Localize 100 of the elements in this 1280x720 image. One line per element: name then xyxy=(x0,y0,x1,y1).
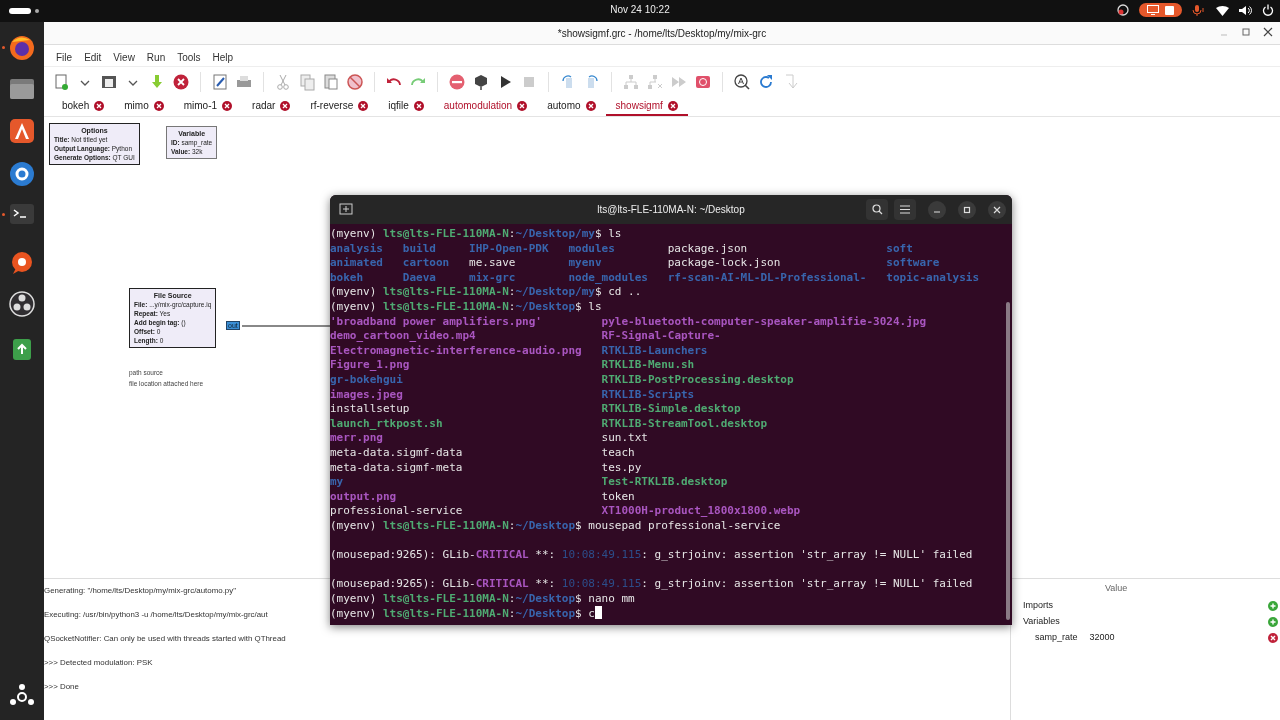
screen-icon xyxy=(1147,5,1159,15)
file-name: token xyxy=(601,489,636,505)
menu-item[interactable]: Tools xyxy=(171,51,207,63)
close-icon[interactable] xyxy=(1262,26,1274,38)
file-name: meta-data.sigmf-data xyxy=(330,445,464,461)
close-button[interactable] xyxy=(988,200,1006,219)
file-name: RTKLIB-Scripts xyxy=(601,387,696,403)
screen-recording-indicator[interactable] xyxy=(1139,3,1182,17)
variable-value: 32000 xyxy=(1089,632,1115,642)
add-icon[interactable] xyxy=(1268,601,1278,611)
column-header: Value xyxy=(1105,583,1128,593)
close-icon[interactable] xyxy=(585,100,596,111)
menu-icon xyxy=(900,205,910,214)
pencil-icon[interactable] xyxy=(211,73,229,91)
file-name: software xyxy=(886,256,941,271)
file-name: demo_cartoon_video.mp4 xyxy=(330,329,477,344)
menu-button[interactable] xyxy=(894,199,916,220)
file-name: node_modules xyxy=(568,270,648,286)
file-name: meta-data.sigmf-meta xyxy=(330,460,464,476)
text-cursor xyxy=(594,606,602,620)
file-name: Electromagnetic-interference-audio.png xyxy=(330,343,582,359)
new-file-icon[interactable] xyxy=(52,73,70,91)
search-icon[interactable] xyxy=(733,73,751,91)
file-name: XT1000H-product_1800x1800.webp xyxy=(601,504,802,519)
window-title: *showsigmf.grc - /home/lts/Desktop/my/mix-grc xyxy=(557,27,767,39)
browser-icon[interactable] xyxy=(8,34,36,62)
file-name: Figure_1.png xyxy=(330,358,411,373)
activities-button[interactable] xyxy=(9,8,31,14)
file-name: soft xyxy=(886,241,914,257)
file-name: tes.py xyxy=(601,460,643,476)
search-icon xyxy=(871,204,883,215)
file-name: sun.txt xyxy=(601,431,649,446)
close-icon[interactable] xyxy=(358,100,369,111)
close-icon[interactable] xyxy=(172,73,190,91)
tab[interactable]: automo xyxy=(537,97,606,116)
close-icon[interactable] xyxy=(222,100,233,111)
maximize-icon xyxy=(963,205,971,214)
terminal-line: (mousepad:9265): GLib-CRITICAL **: 10:08:49.115: g_strjoinv: assertion 'str_array != NULL' failed xyxy=(330,577,973,591)
tab[interactable]: bokeh xyxy=(52,97,115,116)
file-name: my xyxy=(330,475,345,490)
wifi-icon[interactable] xyxy=(1216,4,1229,16)
menu-item[interactable]: View xyxy=(107,51,141,63)
file-name: RTKLIB-Simple.desktop xyxy=(601,402,742,417)
tab[interactable]: radar xyxy=(242,97,301,116)
file-name: analysis xyxy=(330,241,383,257)
file-name: rf-scan-AI-ML-DL-Professional- xyxy=(667,270,867,286)
file-name: IHP-Open-PDK xyxy=(469,241,549,257)
tree-item[interactable]: samp_rate xyxy=(1035,632,1078,642)
tab[interactable]: rf-reverse xyxy=(300,97,379,116)
clock[interactable]: Nov 24 10:22 xyxy=(580,4,700,15)
file-name: Test-RTKLIB.desktop xyxy=(601,475,729,490)
tab[interactable]: mimo-1 xyxy=(173,97,243,116)
terminal-line: (myenv) lts@lts-FLE-110MA-N:~/Desktop/my$ ls xyxy=(330,227,622,240)
menu-item[interactable]: File xyxy=(50,51,79,63)
file-name: professional-service xyxy=(330,504,464,519)
file-name: package.json xyxy=(667,241,749,257)
menu-item[interactable]: Help xyxy=(206,51,240,63)
power-icon[interactable] xyxy=(1262,4,1274,16)
microphone-icon[interactable] xyxy=(1192,4,1206,16)
file-name: RTKLIB-PostProcessing.desktop xyxy=(601,372,795,388)
new-tab-icon[interactable] xyxy=(338,201,354,217)
close-icon[interactable] xyxy=(94,100,105,111)
reload-icon[interactable] xyxy=(757,73,775,91)
menu-item[interactable]: Run xyxy=(140,51,172,63)
terminal-line: (myenv) lts@lts-FLE-110MA-N:~/Desktop$ ls xyxy=(330,299,602,313)
volume-icon[interactable] xyxy=(1239,4,1252,16)
running-indicator xyxy=(2,213,5,216)
file-name: images.jpeg xyxy=(330,387,404,403)
tab[interactable]: mimo xyxy=(114,97,174,116)
scrollbar[interactable] xyxy=(1006,302,1010,620)
file-name: RTKLIB-Launchers xyxy=(601,343,709,359)
close-icon[interactable] xyxy=(413,100,424,111)
tree-item[interactable]: Variables xyxy=(1023,616,1060,626)
close-icon[interactable] xyxy=(280,100,291,111)
file-name: RF-Signal-Capture- xyxy=(601,329,722,344)
app-store-icon[interactable] xyxy=(8,117,36,145)
file-name: me.save xyxy=(469,256,517,271)
file-name: output.png xyxy=(330,489,398,505)
file-name: topic-analysis xyxy=(886,270,979,286)
maximize-button[interactable] xyxy=(958,200,976,219)
file-name: bokeh xyxy=(330,270,365,286)
search-button[interactable] xyxy=(866,199,888,220)
status-icon[interactable] xyxy=(1117,4,1129,16)
close-icon[interactable] xyxy=(153,100,164,111)
file-name: launch_rtkpost.sh xyxy=(330,416,444,432)
maximize-icon[interactable] xyxy=(1240,26,1252,38)
tree-item[interactable]: Imports xyxy=(1023,600,1053,610)
menu-item[interactable]: Edit xyxy=(78,51,108,63)
add-icon[interactable] xyxy=(1268,617,1278,627)
minimize-button[interactable] xyxy=(928,200,946,219)
file-name: teach xyxy=(601,445,636,461)
remove-icon[interactable] xyxy=(1268,633,1278,643)
close-icon[interactable] xyxy=(667,100,678,111)
tab[interactable]: automodulation xyxy=(433,97,538,116)
file-name: merr.png xyxy=(330,431,384,446)
tab[interactable]: iqfile xyxy=(378,97,434,116)
minus-circle-icon[interactable] xyxy=(448,73,466,91)
file-name: build xyxy=(402,241,437,257)
file-name: installsetup xyxy=(330,402,411,417)
close-icon[interactable] xyxy=(517,100,528,111)
